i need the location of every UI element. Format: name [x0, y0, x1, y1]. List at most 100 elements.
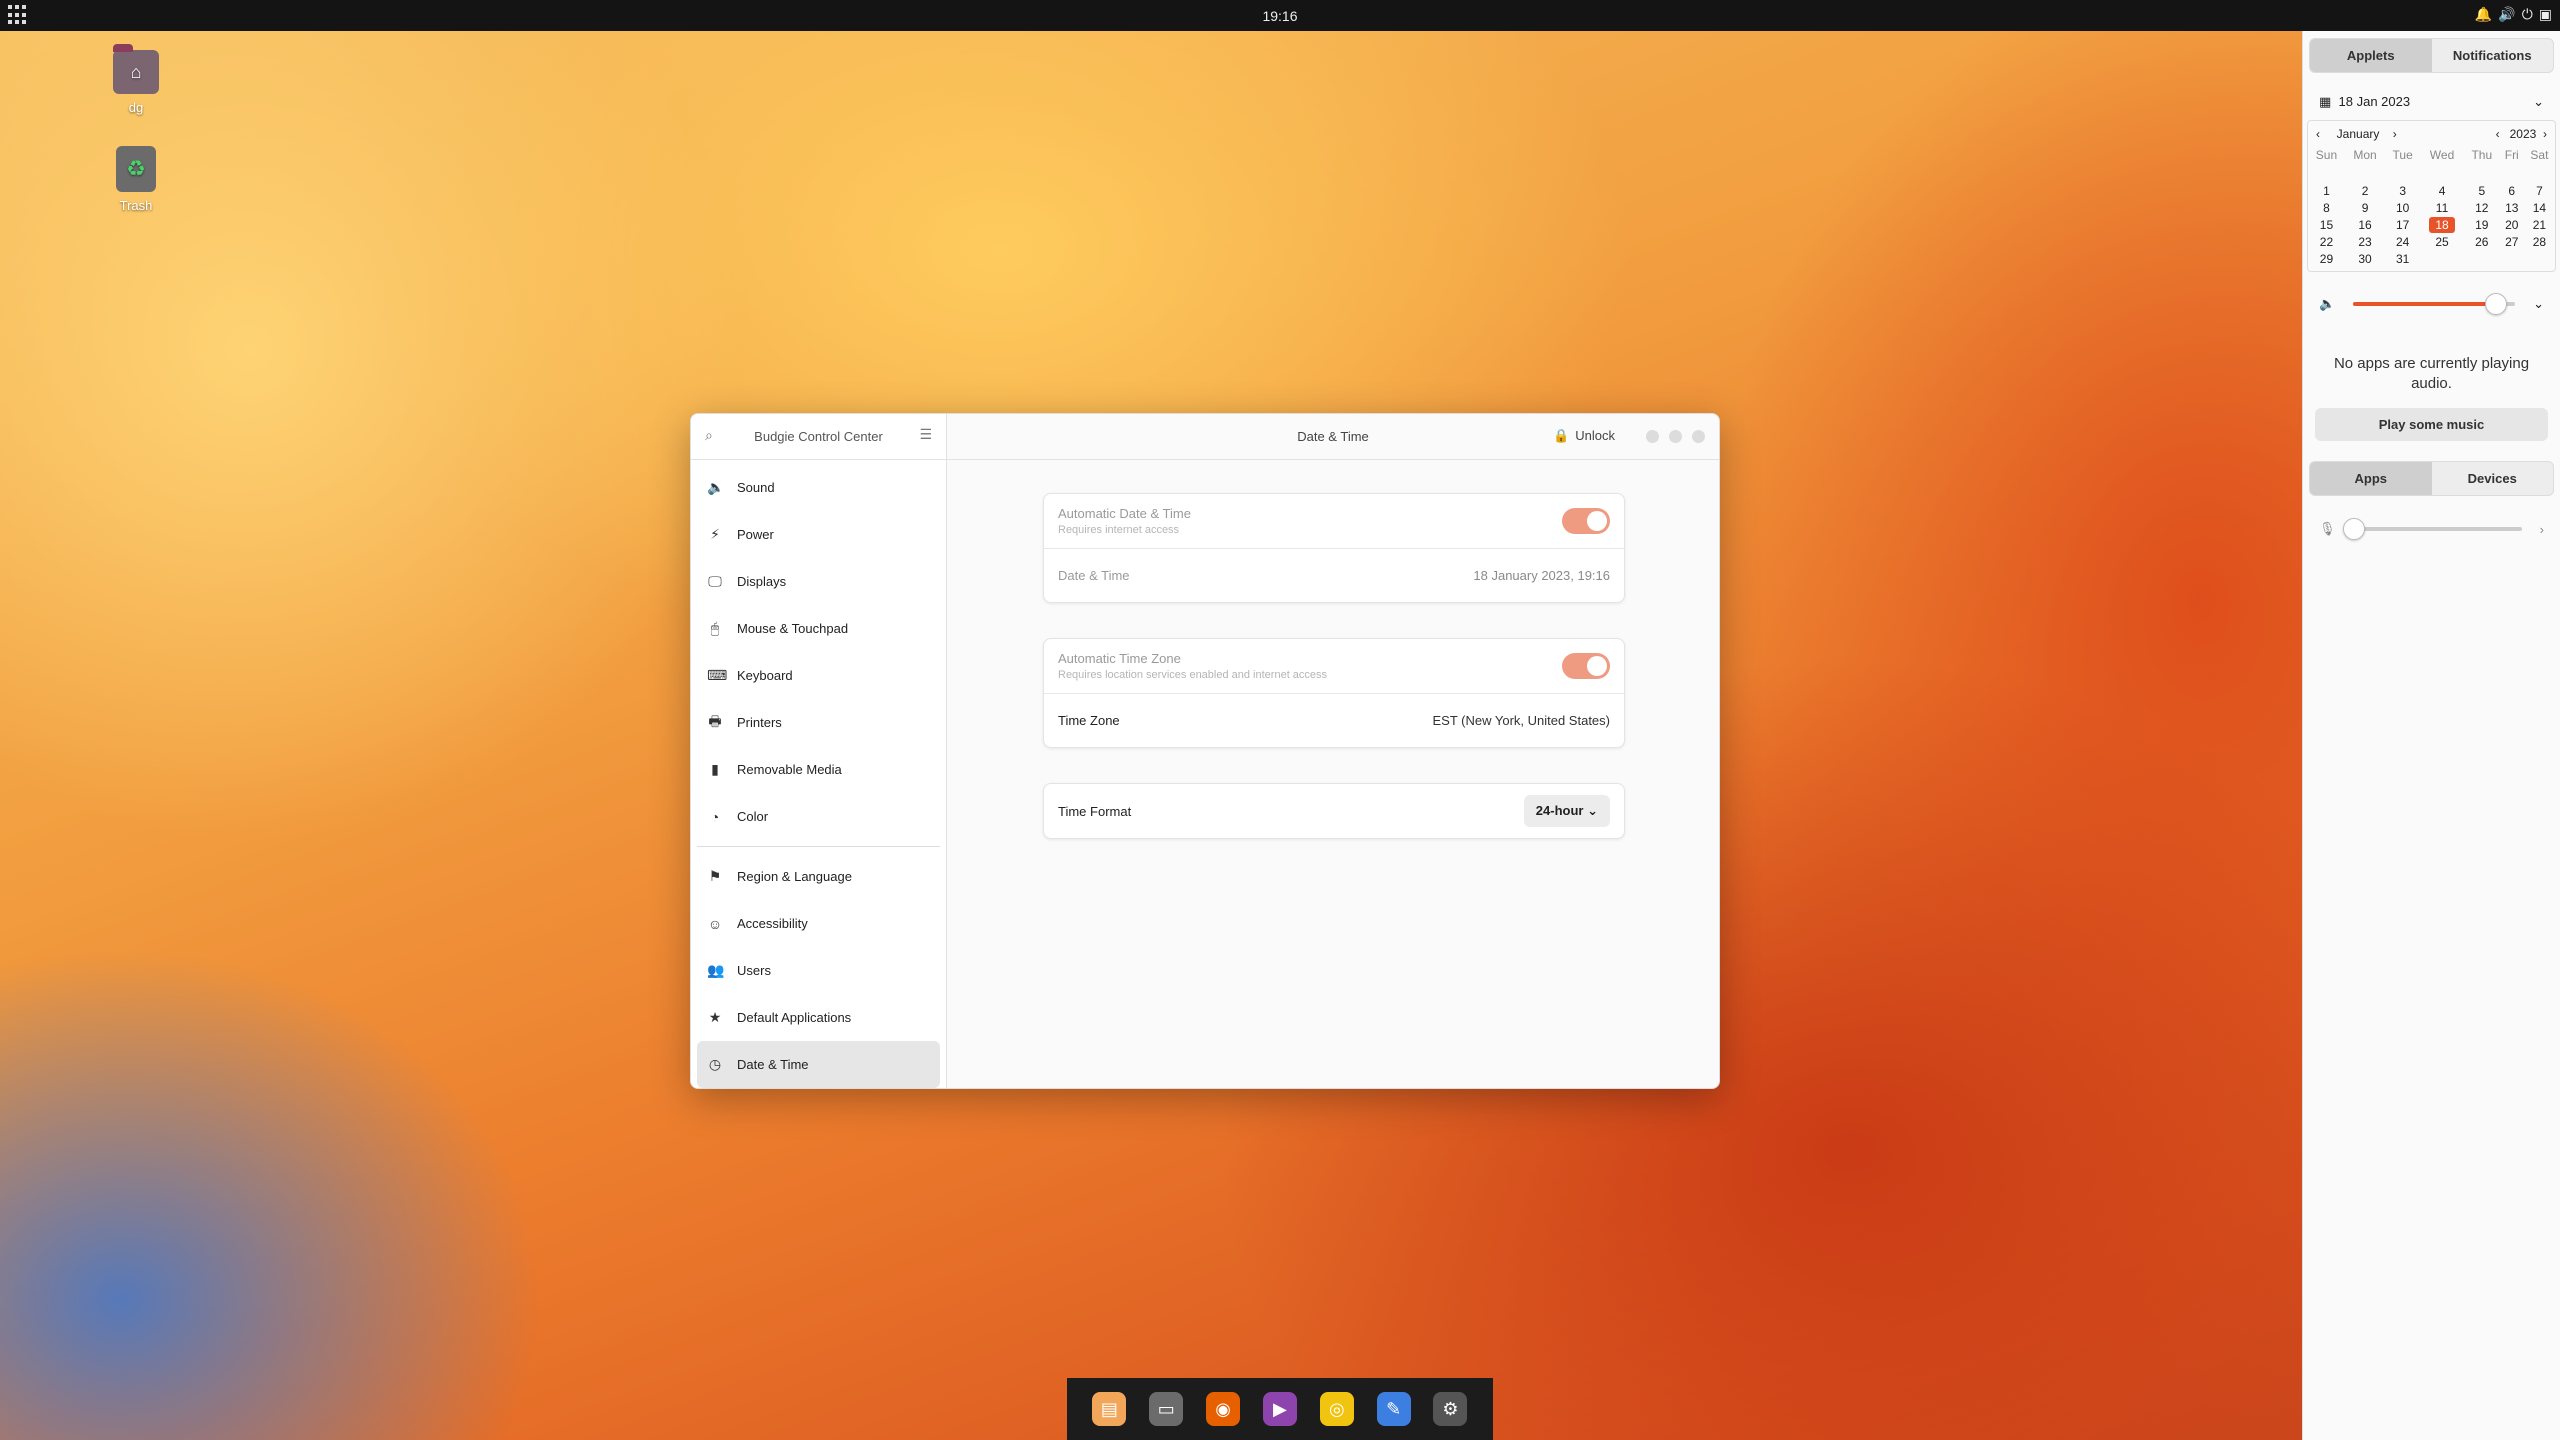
- power-icon[interactable]: ⏻: [2522, 6, 2533, 23]
- sidebar-item-printers[interactable]: 🖶 Printers: [697, 699, 940, 746]
- close-button[interactable]: [1692, 430, 1705, 443]
- sidebar-item-sound[interactable]: 🔈 Sound: [697, 464, 940, 511]
- desktop-icon-trash[interactable]: ♻ Trash: [91, 146, 181, 213]
- sidebar-item-users[interactable]: 👥 Users: [697, 947, 940, 994]
- sidebar-header: ⌕ Budgie Control Center ☰: [691, 414, 946, 460]
- calendar-day[interactable]: 21: [2524, 216, 2555, 233]
- calendar-header[interactable]: ▦ 18 Jan 2023 ⌄: [2303, 80, 2560, 114]
- calendar-day[interactable]: 16: [2345, 216, 2385, 233]
- calendar-day[interactable]: 15: [2308, 216, 2345, 233]
- auto-timezone-title: Automatic Time Zone: [1058, 651, 1181, 666]
- calendar-day[interactable]: 7: [2524, 182, 2555, 199]
- calendar-day[interactable]: 27: [2500, 233, 2524, 250]
- volume-slider[interactable]: [2353, 293, 2516, 315]
- sidebar-item-color[interactable]: ◔ Color: [697, 793, 940, 840]
- weekday-label: Thu: [2471, 148, 2493, 162]
- chevron-down-icon[interactable]: ⌄: [2533, 94, 2544, 110]
- timeformat-dropdown[interactable]: 24-hour ⌄: [1523, 795, 1610, 827]
- calendar-day[interactable]: 11: [2420, 199, 2464, 216]
- maximize-button[interactable]: [1669, 430, 1682, 443]
- raven-panel: Applets Notifications ▦ 18 Jan 2023 ⌄ ‹ …: [2302, 31, 2560, 1440]
- usb-icon: ▮: [711, 761, 719, 777]
- calendar-day[interactable]: 10: [2385, 199, 2420, 216]
- calendar-day[interactable]: 30: [2345, 250, 2385, 267]
- auto-datetime-toggle[interactable]: [1562, 508, 1610, 534]
- music-player-icon[interactable]: ◎: [1319, 1392, 1354, 1426]
- calendar-day[interactable]: 18: [2420, 216, 2464, 233]
- sidebar-item-date-time[interactable]: ◷ Date & Time: [697, 1041, 940, 1088]
- sidebar-item-removable-media[interactable]: ▮ Removable Media: [697, 746, 940, 793]
- prev-month-icon[interactable]: ‹: [2316, 127, 2320, 141]
- minimize-button[interactable]: [1646, 430, 1659, 443]
- keyboard-icon: ⌨: [707, 667, 728, 683]
- calendar-day[interactable]: 20: [2500, 216, 2524, 233]
- sidebar-item-displays[interactable]: 🖵 Displays: [697, 558, 940, 605]
- mic-slider[interactable]: [2342, 518, 2522, 540]
- calendar-day[interactable]: 24: [2385, 233, 2420, 250]
- calendar-day[interactable]: 29: [2308, 250, 2345, 267]
- volume-slider-handle[interactable]: [2484, 293, 2507, 315]
- prev-year-icon[interactable]: ‹: [2496, 127, 2500, 141]
- next-year-icon[interactable]: ›: [2543, 127, 2547, 141]
- auto-timezone-toggle[interactable]: [1562, 653, 1610, 679]
- panel-clock[interactable]: 19:16: [0, 8, 2560, 24]
- sidebar-toggle-icon[interactable]: ▣: [2539, 6, 2552, 23]
- tab-applets[interactable]: Applets: [2310, 39, 2432, 72]
- sidebar-item-mouse-touchpad[interactable]: 🖱 Mouse & Touchpad: [697, 605, 940, 652]
- calendar-day[interactable]: 6: [2500, 182, 2524, 199]
- datetime-row[interactable]: Date & Time 18 January 2023, 19:16: [1044, 548, 1624, 602]
- chevron-right-icon[interactable]: ›: [2540, 522, 2544, 537]
- files-icon[interactable]: ▭: [1149, 1392, 1184, 1426]
- unlock-button[interactable]: 🔒 Unlock: [1553, 428, 1615, 444]
- calendar-day-label: 2: [2361, 183, 2369, 198]
- volume-icon[interactable]: 🔊: [2498, 6, 2515, 23]
- archive-icon[interactable]: ▤: [1092, 1392, 1127, 1426]
- calendar-day[interactable]: 26: [2464, 233, 2500, 250]
- calendar-day[interactable]: 31: [2385, 250, 2420, 267]
- calendar-day[interactable]: 9: [2345, 199, 2385, 216]
- firefox-icon[interactable]: ◉: [1206, 1392, 1241, 1426]
- calendar-day: [2464, 250, 2500, 267]
- sidebar-item-accessibility[interactable]: ☺ Accessibility: [697, 900, 940, 947]
- sidebar-item-default-applications[interactable]: ★ Default Applications: [697, 994, 940, 1041]
- desktop-icon-home[interactable]: ⌂ dg: [91, 44, 181, 115]
- chevron-down-icon[interactable]: ⌄: [2533, 296, 2544, 312]
- calendar-day[interactable]: 2: [2345, 182, 2385, 199]
- sidebar-item-label: Removable Media: [737, 762, 842, 777]
- calendar-day[interactable]: 13: [2500, 199, 2524, 216]
- calendar-day[interactable]: 4: [2420, 182, 2464, 199]
- microphone-icon[interactable]: 🎙: [2319, 521, 2336, 537]
- panel-tabs: Applets Notifications: [2309, 38, 2554, 73]
- play-music-button[interactable]: Play some music: [2315, 408, 2548, 441]
- tab-devices[interactable]: Devices: [2432, 462, 2554, 495]
- calendar-day[interactable]: 5: [2464, 182, 2500, 199]
- calendar-day[interactable]: 14: [2524, 199, 2555, 216]
- settings-icon[interactable]: ⚙: [1433, 1392, 1468, 1426]
- text-editor-icon[interactable]: ✎: [1376, 1392, 1411, 1426]
- sidebar-item-region-language[interactable]: ⚑ Region & Language: [697, 853, 940, 900]
- video-player-icon[interactable]: ▶: [1262, 1392, 1297, 1426]
- calendar-day[interactable]: 12: [2464, 199, 2500, 216]
- mic-slider-handle[interactable]: [2342, 518, 2365, 540]
- calendar-day[interactable]: 19: [2464, 216, 2500, 233]
- bell-icon[interactable]: 🔔: [2475, 6, 2492, 23]
- hamburger-menu-icon[interactable]: ☰: [919, 426, 932, 443]
- calendar-day[interactable]: 25: [2420, 233, 2464, 250]
- calendar-day[interactable]: 1: [2308, 182, 2345, 199]
- speaker-icon[interactable]: 🔈: [2319, 296, 2335, 312]
- calendar-day-label: 7: [2536, 183, 2543, 198]
- calendar-day[interactable]: 17: [2385, 216, 2420, 233]
- calendar-day[interactable]: 3: [2385, 182, 2420, 199]
- calendar-day[interactable]: 22: [2308, 233, 2345, 250]
- sidebar-item-power[interactable]: ⚡ Power: [697, 511, 940, 558]
- calendar-day-label: 4: [2438, 183, 2446, 198]
- calendar-day[interactable]: 23: [2345, 233, 2385, 250]
- calendar-day[interactable]: 28: [2524, 233, 2555, 250]
- calendar-day-label: 29: [2319, 251, 2334, 266]
- sidebar-item-keyboard[interactable]: ⌨ Keyboard: [697, 652, 940, 699]
- next-month-icon[interactable]: ›: [2393, 127, 2397, 141]
- timezone-row[interactable]: Time Zone EST (New York, United States): [1044, 693, 1624, 747]
- calendar-day[interactable]: 8: [2308, 199, 2345, 216]
- tab-notifications[interactable]: Notifications: [2432, 39, 2554, 72]
- tab-apps[interactable]: Apps: [2310, 462, 2432, 495]
